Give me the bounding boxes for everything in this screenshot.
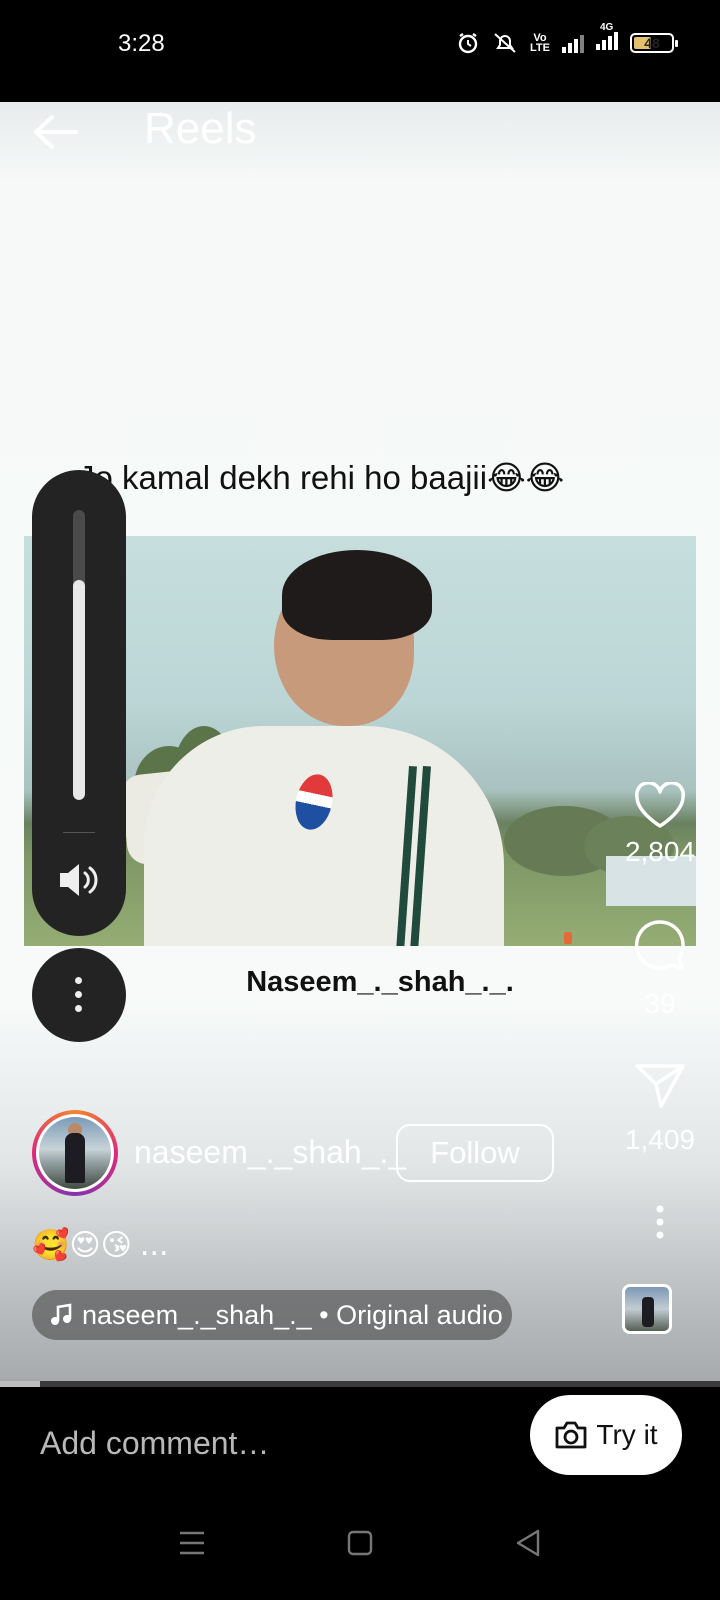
like-action[interactable]: 2,804	[610, 782, 710, 868]
back-triangle-icon[interactable]	[508, 1523, 548, 1563]
share-action[interactable]: 1,409	[610, 1060, 710, 1156]
reel-view[interactable]: Reels Jo kamal dekh rehi ho baajii😂😂 Nas…	[0, 102, 720, 1382]
signal-icon	[562, 33, 584, 53]
volume-panel	[32, 470, 126, 936]
reel-options-button[interactable]	[610, 1204, 710, 1240]
volume-fill	[73, 579, 85, 800]
more-options-button[interactable]	[32, 948, 126, 1042]
home-icon[interactable]	[340, 1523, 380, 1563]
more-vertical-icon[interactable]	[655, 1204, 665, 1240]
status-icons: Vo LTE 4G 48	[456, 22, 678, 55]
system-nav-bar	[0, 1487, 720, 1600]
add-comment-input[interactable]: Add comment…	[40, 1425, 269, 1462]
volte-top-text: Vo	[533, 31, 547, 44]
menu-icon[interactable]	[172, 1523, 212, 1563]
comment-count: 39	[644, 988, 676, 1019]
try-it-button[interactable]: Try it	[530, 1395, 682, 1475]
heart-icon[interactable]	[633, 782, 687, 830]
music-note-icon	[51, 1303, 72, 1325]
battery-percent: 48	[644, 34, 660, 51]
reels-header: Reels	[0, 102, 720, 162]
audio-label: naseem_._shah_._ • Original audio	[82, 1299, 503, 1330]
alarm-icon	[458, 32, 478, 53]
more-vertical-icon	[75, 977, 83, 1019]
like-count: 2,804	[624, 836, 696, 867]
audio-thumbnail[interactable]	[622, 1284, 672, 1334]
network-type-text: 4G	[600, 22, 614, 33]
comment-bar: Add comment… Try it	[0, 1387, 720, 1487]
volte-icon: Vo LTE	[530, 31, 550, 54]
avatar	[39, 1117, 111, 1189]
silent-icon	[494, 32, 516, 53]
volte-bottom-text: LTE	[530, 41, 550, 54]
battery-icon: 48	[630, 32, 678, 53]
caption-more[interactable]: ...	[140, 1228, 169, 1263]
signal-4g-icon: 4G	[596, 22, 618, 55]
camera-icon	[556, 1421, 587, 1449]
reel-caption[interactable]: 🥰😍😘...	[32, 1228, 169, 1263]
try-it-label: Try it	[596, 1419, 658, 1450]
comment-action[interactable]: 39	[610, 918, 710, 1020]
share-count: 1,409	[624, 1124, 696, 1155]
arrow-left-icon[interactable]	[30, 110, 80, 154]
overlay-caption: Jo kamal dekh rehi ho baajii😂😂	[78, 459, 565, 496]
follow-button[interactable]: Follow	[396, 1124, 554, 1182]
status-bar: 3:28 Vo LTE 4G 48	[0, 0, 720, 102]
volume-divider	[63, 832, 95, 833]
status-time: 3:28	[118, 30, 165, 57]
caption-text: 🥰😍😘	[32, 1228, 132, 1263]
comment-icon[interactable]	[633, 918, 687, 972]
send-icon[interactable]	[633, 1060, 687, 1110]
page-title: Reels	[144, 104, 257, 153]
audio-attribution[interactable]: naseem_._shah_._ • Original audio	[32, 1290, 512, 1340]
author-username[interactable]: naseem_._shah_._	[134, 1134, 406, 1171]
volume-slider[interactable]	[73, 510, 85, 800]
speaker-icon[interactable]	[56, 858, 102, 902]
author-avatar[interactable]	[32, 1110, 118, 1196]
